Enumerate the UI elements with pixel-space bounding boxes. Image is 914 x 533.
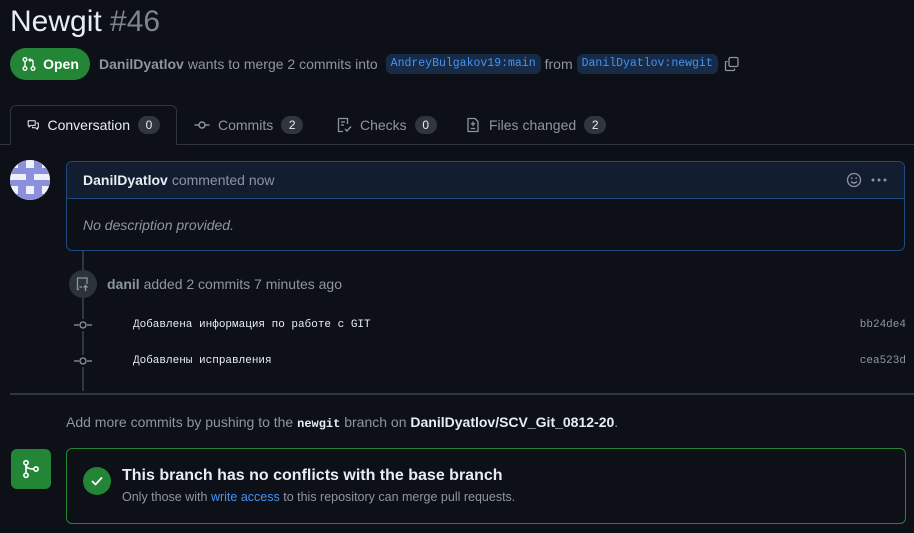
identicon: [10, 160, 50, 200]
repo-push-icon: [69, 270, 97, 298]
commit-sha-link[interactable]: cea523d: [860, 355, 906, 367]
tab-conversation[interactable]: Conversation 0: [10, 105, 177, 145]
commit-sha-link[interactable]: bb24de4: [860, 319, 906, 331]
pr-meta: DanilDyatlov wants to merge 2 commits in…: [99, 54, 740, 74]
tab-checks[interactable]: Checks 0: [336, 105, 437, 145]
pr-state-badge: Open: [10, 48, 90, 80]
event-user-link[interactable]: danil: [107, 276, 140, 292]
push-event: danil added 2 commits 7 minutes ago: [107, 276, 342, 292]
pr-title-line: Newgit #46: [10, 2, 160, 42]
pr-number: #46: [110, 5, 161, 38]
head-branch-label[interactable]: DanilDyatlov:newgit: [576, 54, 718, 74]
comment-action[interactable]: commented now: [172, 172, 275, 188]
comment-discussion-icon: [27, 120, 39, 130]
tab-files-changed[interactable]: Files changed 2: [465, 105, 607, 145]
merge-status-title: This branch has no conflicts with the ba…: [122, 467, 503, 484]
pr-state-label: Open: [43, 56, 79, 72]
comment-body: No description provided.: [83, 217, 234, 233]
merge-sub-suffix: to this repository can merge pull reques…: [283, 490, 516, 504]
hint-branch: newgit: [297, 417, 341, 431]
tab-checks-count: 0: [414, 116, 437, 134]
comment-box: DanilDyatlov commented now No descriptio…: [66, 161, 905, 251]
pr-from-text: from: [544, 56, 573, 72]
git-commit-icon: [74, 319, 92, 331]
pr-merge-text: wants to merge 2 commits into: [187, 56, 378, 72]
hint-suffix: .: [614, 414, 619, 430]
avatar[interactable]: [10, 160, 50, 200]
tab-commits[interactable]: Commits 2: [194, 105, 304, 145]
kebab-horizontal-icon[interactable]: [870, 172, 888, 188]
tab-checks-label: Checks: [360, 117, 407, 133]
tab-files-changed-label: Files changed: [489, 117, 577, 133]
commit-message-link[interactable]: Добавлена информация по работе с GIT: [133, 319, 371, 331]
merge-sub-prefix: Only those with: [122, 490, 208, 504]
check-circle-icon: [83, 467, 111, 495]
merge-status-subtitle: Only those with write access to this rep…: [122, 490, 515, 504]
comment-header: DanilDyatlov commented now: [67, 162, 904, 199]
hint-prefix: Add more commits by pushing to the: [66, 414, 294, 430]
commit-row: Добавлена информация по работе с GIT bb2…: [74, 315, 906, 335]
git-pull-request-icon: [22, 57, 36, 71]
git-commit-icon: [194, 121, 210, 129]
tab-commits-count: 2: [281, 116, 304, 134]
pr-title: Newgit: [10, 5, 102, 38]
tab-conversation-count: 0: [138, 116, 160, 134]
merge-status-box: This branch has no conflicts with the ba…: [66, 448, 906, 524]
git-commit-icon: [74, 355, 92, 367]
checklist-icon: [337, 117, 352, 133]
hint-middle: branch on: [344, 414, 407, 430]
push-hint: Add more commits by pushing to the newgi…: [66, 414, 618, 432]
write-access-link[interactable]: write access: [211, 490, 280, 504]
tab-commits-label: Commits: [218, 117, 274, 133]
git-merge-icon: [11, 449, 51, 489]
file-diff-icon: [467, 117, 479, 133]
hint-repo-link[interactable]: DanilDyatlov/SCV_Git_0812-20: [410, 414, 614, 430]
copy-icon[interactable]: [724, 56, 740, 72]
smiley-icon[interactable]: [846, 172, 862, 188]
event-text: added 2 commits 7 minutes ago: [143, 276, 343, 292]
timeline-divider: [10, 393, 914, 395]
commit-row: Добавлены исправления cea523d: [74, 351, 906, 371]
tab-files-changed-count: 2: [584, 116, 607, 134]
comment-author-link[interactable]: DanilDyatlov: [83, 172, 168, 188]
commit-message-link[interactable]: Добавлены исправления: [133, 355, 272, 367]
tab-conversation-label: Conversation: [47, 117, 131, 133]
pr-author-link[interactable]: DanilDyatlov: [99, 54, 184, 74]
base-branch-label[interactable]: AndreyBulgakov19:main: [385, 54, 541, 74]
